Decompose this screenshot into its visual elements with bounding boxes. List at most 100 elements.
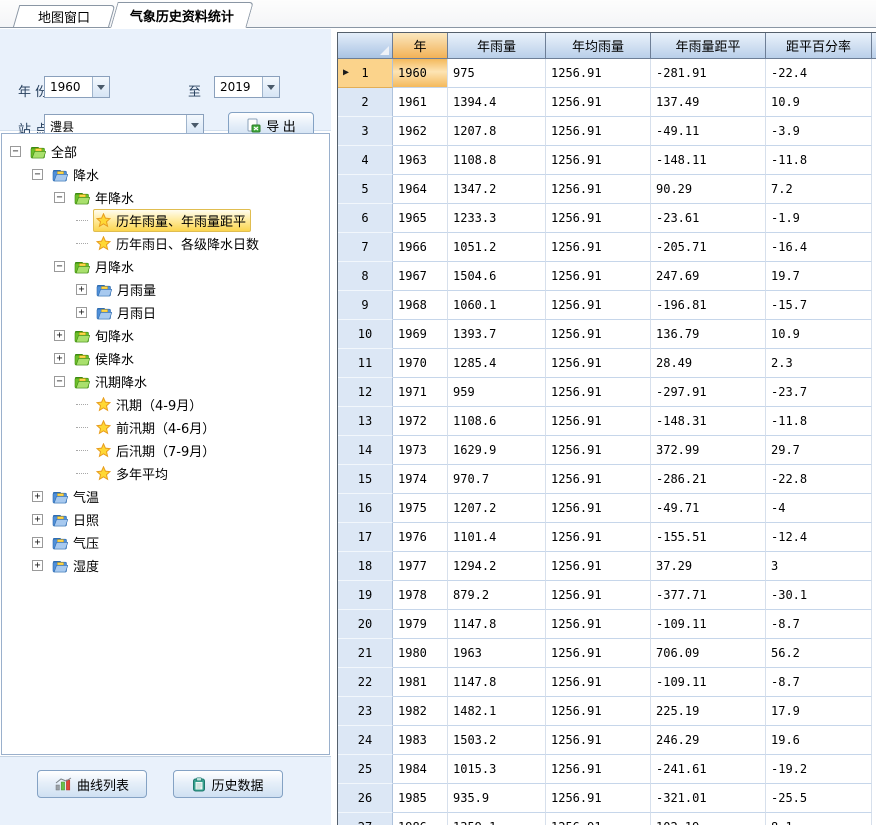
table-cell[interactable]: -19.2 — [766, 755, 872, 784]
tree-node[interactable]: 汛期（4-9月） — [93, 393, 207, 416]
table-cell[interactable]: 1978 — [393, 581, 448, 610]
table-cell[interactable]: -205.71 — [651, 233, 766, 262]
table-cell[interactable]: 1979 — [393, 610, 448, 639]
table-cell[interactable]: 1256.91 — [546, 726, 651, 755]
table-cell[interactable]: 1256.91 — [546, 494, 651, 523]
tree-node[interactable]: 旬降水 — [71, 324, 139, 347]
tree-node[interactable]: 降水 — [49, 163, 104, 186]
tree-expand-icon[interactable]: + — [32, 537, 43, 548]
table-cell[interactable]: 1986 — [393, 813, 448, 825]
tree-expand-icon[interactable]: + — [76, 284, 87, 295]
table-cell[interactable]: 1256.91 — [546, 320, 651, 349]
tree-node[interactable]: 月雨日 — [93, 301, 161, 324]
table-cell[interactable]: 1256.91 — [546, 755, 651, 784]
table-cell[interactable]: 1060.1 — [448, 291, 546, 320]
column-header[interactable]: 年均雨量 — [546, 33, 651, 58]
column-header[interactable]: 年雨量距平 — [651, 33, 766, 58]
row-header[interactable]: 5 — [338, 175, 393, 204]
tree-expand-icon[interactable]: + — [76, 307, 87, 318]
tree-collapse-icon[interactable]: − — [54, 261, 65, 272]
row-header[interactable]: 20 — [338, 610, 393, 639]
table-cell[interactable]: 17.9 — [766, 697, 872, 726]
table-cell[interactable]: 1294.2 — [448, 552, 546, 581]
table-cell[interactable]: 1966 — [393, 233, 448, 262]
table-cell[interactable]: 1015.3 — [448, 755, 546, 784]
table-cell[interactable]: 1207.8 — [448, 117, 546, 146]
table-cell[interactable]: 1962 — [393, 117, 448, 146]
chevron-down-icon[interactable] — [262, 77, 279, 97]
table-cell[interactable]: -11.8 — [766, 146, 872, 175]
table-cell[interactable]: 136.79 — [651, 320, 766, 349]
table-cell[interactable]: 1207.2 — [448, 494, 546, 523]
tree-node[interactable]: 月雨量 — [93, 278, 161, 301]
row-header[interactable]: 10 — [338, 320, 393, 349]
table-cell[interactable]: 56.2 — [766, 639, 872, 668]
table-cell[interactable]: 10.9 — [766, 320, 872, 349]
table-cell[interactable]: -321.01 — [651, 784, 766, 813]
table-cell[interactable]: 970.7 — [448, 465, 546, 494]
table-cell[interactable]: 1960 — [393, 59, 448, 88]
table-cell[interactable]: -4 — [766, 494, 872, 523]
tree-expand-icon[interactable]: + — [32, 491, 43, 502]
table-cell[interactable]: 1984 — [393, 755, 448, 784]
tree-node[interactable]: 月降水 — [71, 255, 139, 278]
table-cell[interactable]: 1482.1 — [448, 697, 546, 726]
table-cell[interactable]: -109.11 — [651, 610, 766, 639]
table-cell[interactable]: 102.19 — [651, 813, 766, 825]
row-header[interactable]: 8 — [338, 262, 393, 291]
row-header[interactable]: 25 — [338, 755, 393, 784]
row-header[interactable]: 3 — [338, 117, 393, 146]
table-cell[interactable]: 1976 — [393, 523, 448, 552]
table-cell[interactable]: 1629.9 — [448, 436, 546, 465]
table-cell[interactable]: -49.71 — [651, 494, 766, 523]
row-header[interactable]: 17 — [338, 523, 393, 552]
tree-collapse-icon[interactable]: − — [32, 169, 43, 180]
tree-node[interactable]: 后汛期（7-9月） — [93, 439, 220, 462]
row-header[interactable]: ▶1 — [338, 59, 393, 88]
table-cell[interactable]: 90.29 — [651, 175, 766, 204]
tree-node-selected[interactable]: 历年雨量、年雨量距平 — [93, 209, 251, 232]
row-header[interactable]: 22 — [338, 668, 393, 697]
tree-node[interactable]: 气温 — [49, 485, 104, 508]
table-cell[interactable]: 29.7 — [766, 436, 872, 465]
table-cell[interactable]: 1961 — [393, 88, 448, 117]
tree-node[interactable]: 前汛期（4-6月） — [93, 416, 220, 439]
row-header[interactable]: 9 — [338, 291, 393, 320]
table-cell[interactable]: 1108.6 — [448, 407, 546, 436]
table-cell[interactable]: 1256.91 — [546, 262, 651, 291]
row-header[interactable]: 21 — [338, 639, 393, 668]
table-cell[interactable]: 1285.4 — [448, 349, 546, 378]
table-cell[interactable]: 1970 — [393, 349, 448, 378]
table-cell[interactable]: 1256.91 — [546, 88, 651, 117]
table-cell[interactable]: 372.99 — [651, 436, 766, 465]
row-header[interactable]: 18 — [338, 552, 393, 581]
row-header[interactable]: 15 — [338, 465, 393, 494]
table-cell[interactable]: 1982 — [393, 697, 448, 726]
table-cell[interactable]: -148.11 — [651, 146, 766, 175]
table-cell[interactable]: -25.5 — [766, 784, 872, 813]
table-cell[interactable]: 1975 — [393, 494, 448, 523]
table-cell[interactable]: 1256.91 — [546, 146, 651, 175]
table-cell[interactable]: 225.19 — [651, 697, 766, 726]
chevron-down-icon[interactable] — [92, 77, 109, 97]
tree-node[interactable]: 气压 — [49, 531, 104, 554]
tree-collapse-icon[interactable]: − — [10, 146, 21, 157]
row-header[interactable]: 2 — [338, 88, 393, 117]
table-cell[interactable]: 1963 — [393, 146, 448, 175]
table-cell[interactable]: -8.7 — [766, 668, 872, 697]
table-cell[interactable]: 1256.91 — [546, 436, 651, 465]
table-cell[interactable]: -281.91 — [651, 59, 766, 88]
tree-node[interactable]: 历年雨日、各级降水日数 — [93, 232, 264, 255]
table-cell[interactable]: 1394.4 — [448, 88, 546, 117]
table-cell[interactable]: -23.61 — [651, 204, 766, 233]
table-cell[interactable]: 1972 — [393, 407, 448, 436]
table-cell[interactable]: 1256.91 — [546, 697, 651, 726]
history-data-button[interactable]: 历史数据 — [173, 770, 283, 798]
table-cell[interactable]: 1963 — [448, 639, 546, 668]
table-cell[interactable]: -49.11 — [651, 117, 766, 146]
row-header[interactable]: 14 — [338, 436, 393, 465]
row-header[interactable]: 24 — [338, 726, 393, 755]
table-cell[interactable]: 706.09 — [651, 639, 766, 668]
table-cell[interactable]: 1969 — [393, 320, 448, 349]
table-cell[interactable]: 1977 — [393, 552, 448, 581]
